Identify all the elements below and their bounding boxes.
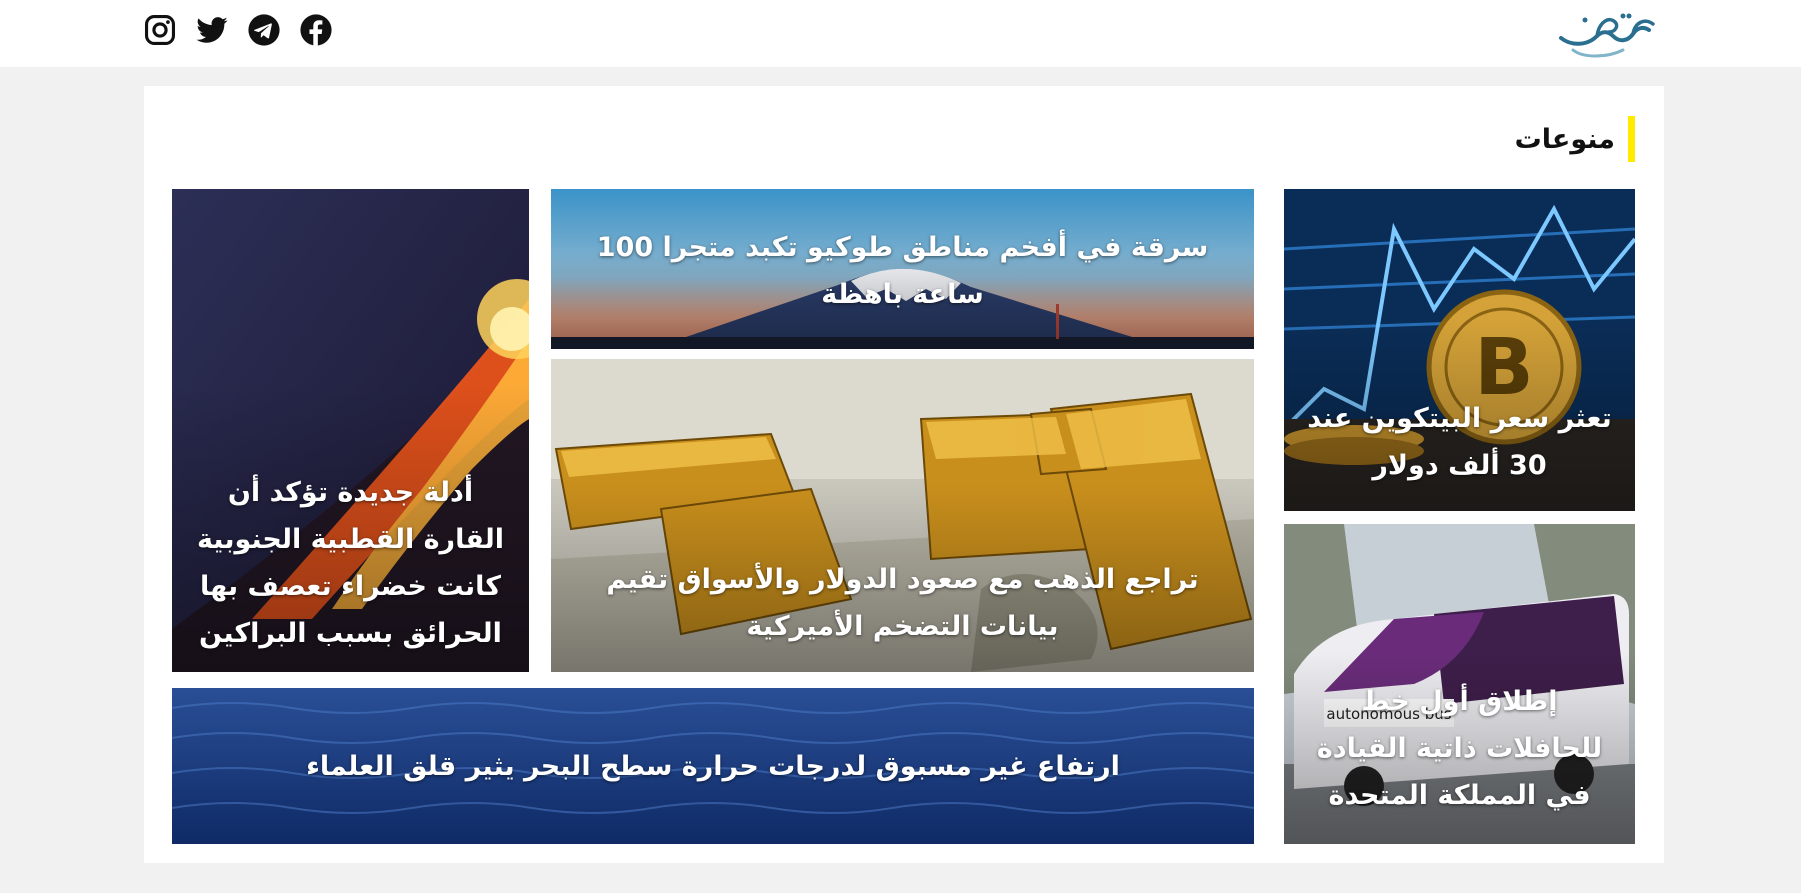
section-title-text: منوعات [1514,123,1615,155]
social-links [142,12,333,47]
article-headline: إطلاق أول خط للحافلات ذاتية القيادة في ا… [1316,686,1603,811]
article-headline: تراجع الذهب مع صعود الدولار والأسواق تقي… [606,564,1199,642]
article-card-tokyo[interactable]: سرقة في أفخم مناطق طوكيو تكبد متجرا 100 … [551,189,1254,349]
twitter-icon[interactable] [194,12,229,47]
news-section: منوعات سرقة في أفخم مناطق طوكيو تكبد متج… [144,86,1664,863]
article-headline: أدلة جديدة تؤكد أن القارة القطبية الجنوب… [196,477,505,649]
top-bar [0,0,1801,67]
article-card-gold[interactable]: تراجع الذهب مع صعود الدولار والأسواق تقي… [551,359,1254,672]
section-heading: منوعات [1515,116,1635,162]
site-logo[interactable] [1553,2,1663,60]
article-card-bus[interactable]: autonomous bus إطلاق أول خط للحافلات ذات… [1284,524,1635,844]
instagram-icon[interactable] [142,12,177,47]
article-headline: تعثر سعر البيتكوين عند 30 ألف دولار [1307,403,1612,481]
article-headline: ارتفاع غير مسبوق لدرجات حرارة سطح البحر … [306,750,1120,782]
telegram-icon[interactable] [246,12,281,47]
article-card-volcano[interactable]: أدلة جديدة تؤكد أن القارة القطبية الجنوب… [172,189,529,672]
article-headline: سرقة في أفخم مناطق طوكيو تكبد متجرا 100 … [596,232,1209,310]
article-card-bitcoin[interactable]: B تعثر سعر البيتكوين عند 30 ألف دولار [1284,189,1635,511]
facebook-icon[interactable] [298,12,333,47]
section-title-accent [1628,116,1635,162]
article-card-sea[interactable]: ارتفاع غير مسبوق لدرجات حرارة سطح البحر … [172,688,1254,844]
